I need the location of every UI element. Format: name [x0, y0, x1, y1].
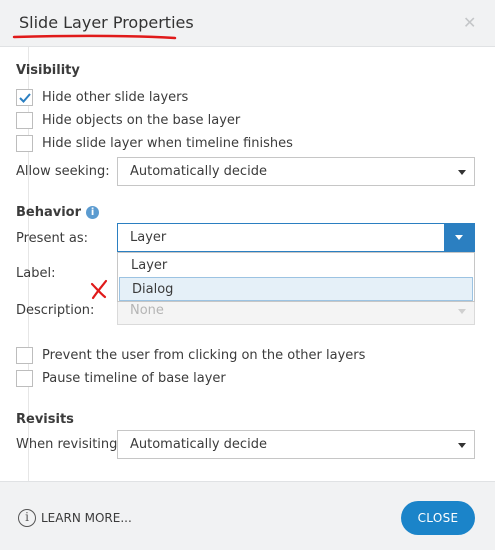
prevent-clicking-row[interactable]: Prevent the user from clicking on the ot… — [16, 346, 365, 364]
pause-timeline-row[interactable]: Pause timeline of base layer — [16, 369, 226, 387]
chevron-down-icon — [458, 170, 466, 175]
red-underline-annotation — [12, 34, 177, 40]
hide-when-finishes-label: Hide slide layer when timeline finishes — [42, 135, 293, 151]
behavior-heading: Behavior i — [16, 205, 100, 220]
hide-base-objects-row[interactable]: Hide objects on the base layer — [16, 111, 240, 129]
present-as-dropdown-button[interactable] — [444, 224, 474, 251]
present-as-select[interactable]: Layer — [117, 223, 475, 252]
info-circle-icon: i — [18, 509, 36, 527]
hide-base-objects-label: Hide objects on the base layer — [42, 112, 241, 128]
close-icon[interactable]: ✕ — [463, 13, 476, 32]
when-revisiting-select[interactable]: Automatically decide — [117, 430, 475, 459]
chevron-down-icon — [458, 309, 466, 314]
hide-other-layers-label: Hide other slide layers — [42, 89, 189, 105]
info-icon[interactable]: i — [86, 206, 100, 219]
behavior-heading-text: Behavior — [16, 205, 82, 220]
allow-seeking-label: Allow seeking: — [16, 164, 110, 179]
red-x-annotation — [90, 279, 108, 300]
visibility-heading: Visibility — [16, 63, 80, 78]
learn-more-link[interactable]: i LEARN MORE... — [18, 509, 132, 527]
revisits-heading: Revisits — [16, 412, 74, 427]
label-field-label: Label: — [16, 266, 56, 281]
prevent-clicking-checkbox[interactable] — [16, 346, 33, 364]
hide-when-finishes-checkbox[interactable] — [16, 134, 33, 152]
pause-timeline-label: Pause timeline of base layer — [42, 370, 226, 386]
close-button[interactable]: CLOSE — [401, 501, 475, 535]
when-revisiting-label: When revisiting: — [16, 437, 122, 452]
prevent-clicking-label: Prevent the user from clicking on the ot… — [42, 347, 366, 363]
title-bar: Slide Layer Properties ✕ — [0, 0, 495, 47]
when-revisiting-value: Automatically decide — [130, 437, 267, 452]
hide-other-layers-checkbox[interactable] — [16, 88, 33, 106]
present-as-label: Present as: — [16, 231, 89, 246]
dropdown-option-layer[interactable]: Layer — [119, 254, 473, 278]
hide-when-finishes-row[interactable]: Hide slide layer when timeline finishes — [16, 134, 293, 152]
dialog-footer: i LEARN MORE... CLOSE — [0, 481, 495, 550]
description-label: Description: — [16, 303, 95, 318]
checkmark-icon — [19, 92, 31, 103]
allow-seeking-value: Automatically decide — [130, 164, 267, 179]
pause-timeline-checkbox[interactable] — [16, 369, 33, 387]
chevron-down-icon — [455, 235, 463, 240]
description-value: None — [130, 303, 164, 318]
learn-more-label: LEARN MORE... — [41, 511, 132, 525]
present-as-value: Layer — [130, 230, 167, 245]
chevron-down-icon — [458, 443, 466, 448]
present-as-dropdown-list: Layer Dialog — [117, 252, 475, 302]
dialog-title: Slide Layer Properties — [19, 13, 194, 32]
hide-base-objects-checkbox[interactable] — [16, 111, 33, 129]
allow-seeking-select[interactable]: Automatically decide — [117, 157, 475, 186]
hide-other-layers-row[interactable]: Hide other slide layers — [16, 88, 188, 106]
dropdown-option-dialog[interactable]: Dialog — [119, 277, 473, 301]
